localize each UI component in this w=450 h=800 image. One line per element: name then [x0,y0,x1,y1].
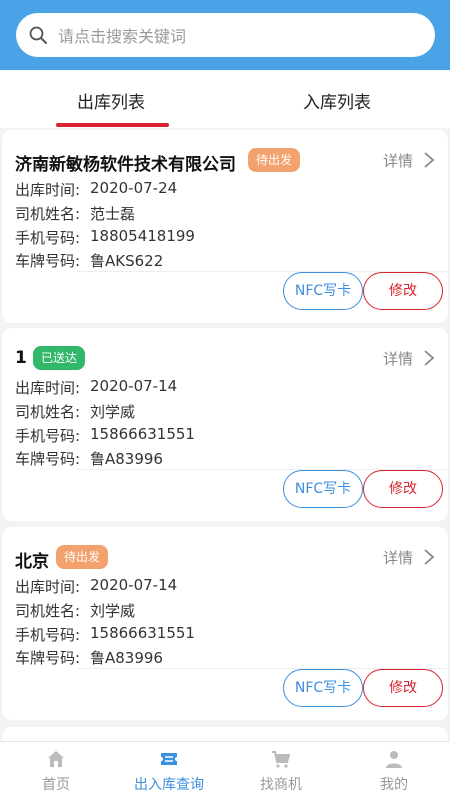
bottom-tab-bar: 首页 出入库查询 找商机 我的 [0,741,450,800]
field-phone: 手机号码: 15866631551 [15,425,195,445]
tab-active-indicator [56,123,169,127]
tabbar-item-opportunities[interactable]: 找商机 [231,742,331,800]
card-title: 1 [15,348,27,368]
detail-link[interactable]: 详情 [383,348,413,369]
field-plate: 车牌号码: 鲁A83996 [15,649,163,667]
detail-link[interactable]: 详情 [383,150,413,171]
field-driver: 司机姓名: 刘学威 [15,602,136,620]
nfc-write-button[interactable]: NFC写卡 [283,470,363,508]
tabbar-item-inout-query[interactable]: 出入库查询 [119,742,219,800]
card-title: 北京 [15,552,49,572]
list-item[interactable]: 1 已送达 详情 出库时间: 2020-07-14 司机姓名: 刘学威 手机号码: 1… [2,328,448,521]
field-time: 出库时间: 2020-07-14 [15,576,178,596]
detail-link[interactable]: 详情 [383,547,413,568]
nfc-write-button[interactable]: NFC写卡 [283,272,363,310]
field-phone: 手机号码: 18805418199 [15,227,195,247]
search-icon [29,26,47,44]
edit-button[interactable]: 修改 [363,669,443,707]
field-plate: 车牌号码: 鲁A83996 [15,450,163,468]
cart-icon [272,751,291,768]
list-item[interactable]: 济南新敏杨软件技术有限公司 待出发 详情 出库时间: 2020-07-24 司机姓… [2,130,448,323]
field-plate: 车牌号码: 鲁AKS622 [15,252,164,270]
field-driver: 司机姓名: 范士磊 [15,205,136,223]
status-badge: 待出发 [56,545,109,569]
field-phone: 手机号码: 15866631551 [15,624,195,644]
search-bar[interactable]: 请点击搜索关键词 [16,13,435,57]
chevron-right-icon[interactable] [423,549,435,565]
home-icon [48,751,64,767]
nfc-write-button[interactable]: NFC写卡 [283,669,363,707]
user-icon [386,751,402,768]
search-placeholder: 请点击搜索关键词 [58,27,187,46]
tabbar-item-home[interactable]: 首页 [6,742,106,800]
edit-button[interactable]: 修改 [363,470,443,508]
tab-inbound[interactable]: 入库列表 [303,88,371,113]
tab-outbound[interactable]: 出库列表 [77,88,145,113]
chevron-right-icon[interactable] [423,350,435,366]
tab-strip: 出库列表 入库列表 [0,70,450,128]
list-item[interactable] [2,727,448,741]
top-bar: 请点击搜索关键词 [0,0,450,70]
ticket-icon [161,753,177,765]
edit-button[interactable]: 修改 [363,272,443,310]
tabbar-item-mine[interactable]: 我的 [344,742,444,800]
card-title: 济南新敏杨软件技术有限公司 [15,155,236,175]
list-item[interactable]: 北京 待出发 详情 出库时间: 2020-07-14 司机姓名: 刘学威 手机号码:… [2,527,448,720]
status-badge: 待出发 [248,148,301,172]
field-time: 出库时间: 2020-07-24 [15,179,178,199]
field-driver: 司机姓名: 刘学威 [15,403,136,421]
chevron-right-icon[interactable] [423,152,435,168]
status-badge: 已送达 [33,346,86,370]
field-time: 出库时间: 2020-07-14 [15,377,178,397]
